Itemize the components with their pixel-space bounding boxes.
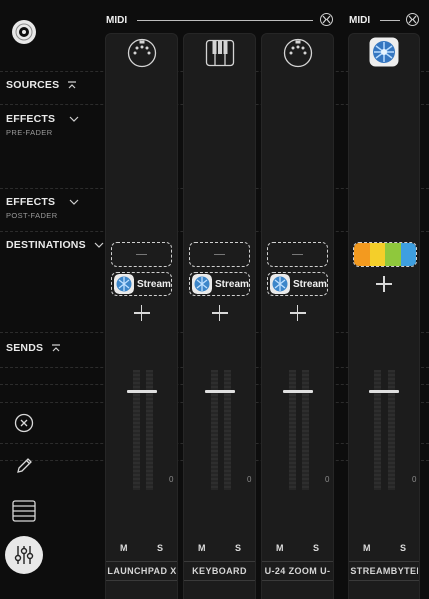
color-segment-orange (354, 243, 370, 266)
section-label: EFFECTS (6, 196, 56, 208)
level-meter-left (133, 370, 140, 490)
add-destination-button[interactable] (376, 276, 392, 292)
strip-name: U-24 ZOOM U- (264, 566, 331, 576)
strip-name: LAUNCHPAD X (107, 566, 176, 576)
section-sublabel: PRE-FADER (6, 128, 53, 137)
level-readout: 0 (247, 475, 252, 484)
list-icon[interactable] (11, 498, 37, 524)
color-segment-blue (400, 243, 416, 266)
destination-item[interactable]: Stream (267, 272, 328, 296)
streambyter-icon[interactable] (369, 37, 399, 67)
strip-name-row[interactable]: STREAMBYTER (349, 561, 419, 581)
streambyter-logo-icon (114, 274, 134, 294)
section-destinations[interactable]: DESTINATIONS (6, 239, 104, 251)
mute-button[interactable]: M (198, 543, 206, 553)
fader-handle[interactable] (283, 390, 313, 393)
destination-item[interactable]: Stream (111, 272, 172, 296)
add-destination-button[interactable] (211, 305, 228, 321)
section-effects-pre[interactable]: EFFECTS (6, 113, 79, 125)
destination-name: Stream (215, 278, 249, 290)
color-segment-green (385, 243, 401, 266)
collapse-up-icon (52, 344, 61, 352)
level-readout: 0 (169, 475, 174, 484)
channel-strip: Stream 0 M S KEYBOARD (183, 33, 256, 599)
mixer-sliders-icon[interactable] (5, 536, 43, 574)
chevron-down-icon (94, 242, 104, 248)
group-line-midi-b (380, 20, 400, 21)
section-label: DESTINATIONS (6, 239, 86, 251)
collapse-horizontal-icon (408, 15, 417, 24)
level-meter-left (289, 370, 296, 490)
section-sources[interactable]: SOURCES (6, 79, 77, 91)
strip-name-row[interactable]: KEYBOARD (184, 561, 255, 581)
group-collapse-button-b[interactable] (406, 13, 419, 26)
channel-strip: Stream 0 M S LAUNCHPAD X (105, 33, 178, 599)
midi-din-icon[interactable] (127, 38, 157, 68)
channel-strip: 0 M S STREAMBYTER (348, 33, 420, 599)
section-label: SOURCES (6, 79, 60, 91)
fader-handle[interactable] (205, 390, 235, 393)
channel-strip: Stream 0 M S U-24 ZOOM U- (261, 33, 334, 599)
collapse-up-icon (68, 81, 77, 89)
strip-name-row[interactable]: U-24 ZOOM U- (262, 561, 333, 581)
section-label: EFFECTS (6, 113, 56, 125)
group-label-midi-a: MIDI (106, 15, 128, 26)
section-effects-post[interactable]: EFFECTS (6, 196, 79, 208)
level-readout: 0 (325, 475, 330, 484)
empty-slot-dash (136, 254, 147, 255)
effect-color-bar[interactable] (353, 242, 417, 267)
strip-name: KEYBOARD (192, 566, 247, 576)
destination-empty-slot[interactable] (267, 242, 328, 267)
chevron-down-icon (69, 199, 79, 205)
level-meter-right (224, 370, 231, 490)
level-readout: 0 (412, 475, 417, 484)
color-segment-yellow (369, 243, 385, 266)
group-collapse-button-a[interactable] (320, 13, 333, 26)
pencil-icon[interactable] (13, 455, 35, 477)
level-meter-left (211, 370, 218, 490)
destination-item[interactable]: Stream (189, 272, 250, 296)
empty-slot-dash (214, 254, 225, 255)
level-meter-left (374, 370, 381, 490)
midi-din-icon[interactable] (283, 38, 313, 68)
section-sublabel: POST-FADER (6, 211, 58, 220)
destination-empty-slot[interactable] (189, 242, 250, 267)
destination-name: Stream (137, 278, 171, 290)
mute-button[interactable]: M (363, 543, 371, 553)
fader-handle[interactable] (369, 390, 399, 393)
level-meter-right (146, 370, 153, 490)
solo-button[interactable]: S (313, 543, 319, 553)
strip-name-row[interactable]: LAUNCHPAD X (106, 561, 177, 581)
destination-name: Stream (293, 278, 327, 290)
disc-icon[interactable] (11, 19, 37, 45)
close-circle-icon[interactable] (13, 412, 35, 434)
section-label: SENDS (6, 342, 44, 354)
add-destination-button[interactable] (289, 305, 306, 321)
solo-button[interactable]: S (235, 543, 241, 553)
chevron-down-icon (69, 116, 79, 122)
strip-name: STREAMBYTER (350, 566, 418, 576)
streambyter-logo-icon (192, 274, 212, 294)
destination-empty-slot[interactable] (111, 242, 172, 267)
mute-button[interactable]: M (276, 543, 284, 553)
solo-button[interactable]: S (400, 543, 406, 553)
level-meter-right (388, 370, 395, 490)
collapse-horizontal-icon (322, 15, 331, 24)
piano-keys-icon[interactable] (205, 38, 235, 68)
fader-handle[interactable] (127, 390, 157, 393)
level-meter-right (302, 370, 309, 490)
empty-slot-dash (292, 254, 303, 255)
streambyter-logo-icon (270, 274, 290, 294)
group-label-midi-b: MIDI (349, 15, 371, 26)
mute-button[interactable]: M (120, 543, 128, 553)
group-line-midi-a (137, 20, 313, 21)
solo-button[interactable]: S (157, 543, 163, 553)
section-sends[interactable]: SENDS (6, 342, 61, 354)
add-destination-button[interactable] (133, 305, 150, 321)
